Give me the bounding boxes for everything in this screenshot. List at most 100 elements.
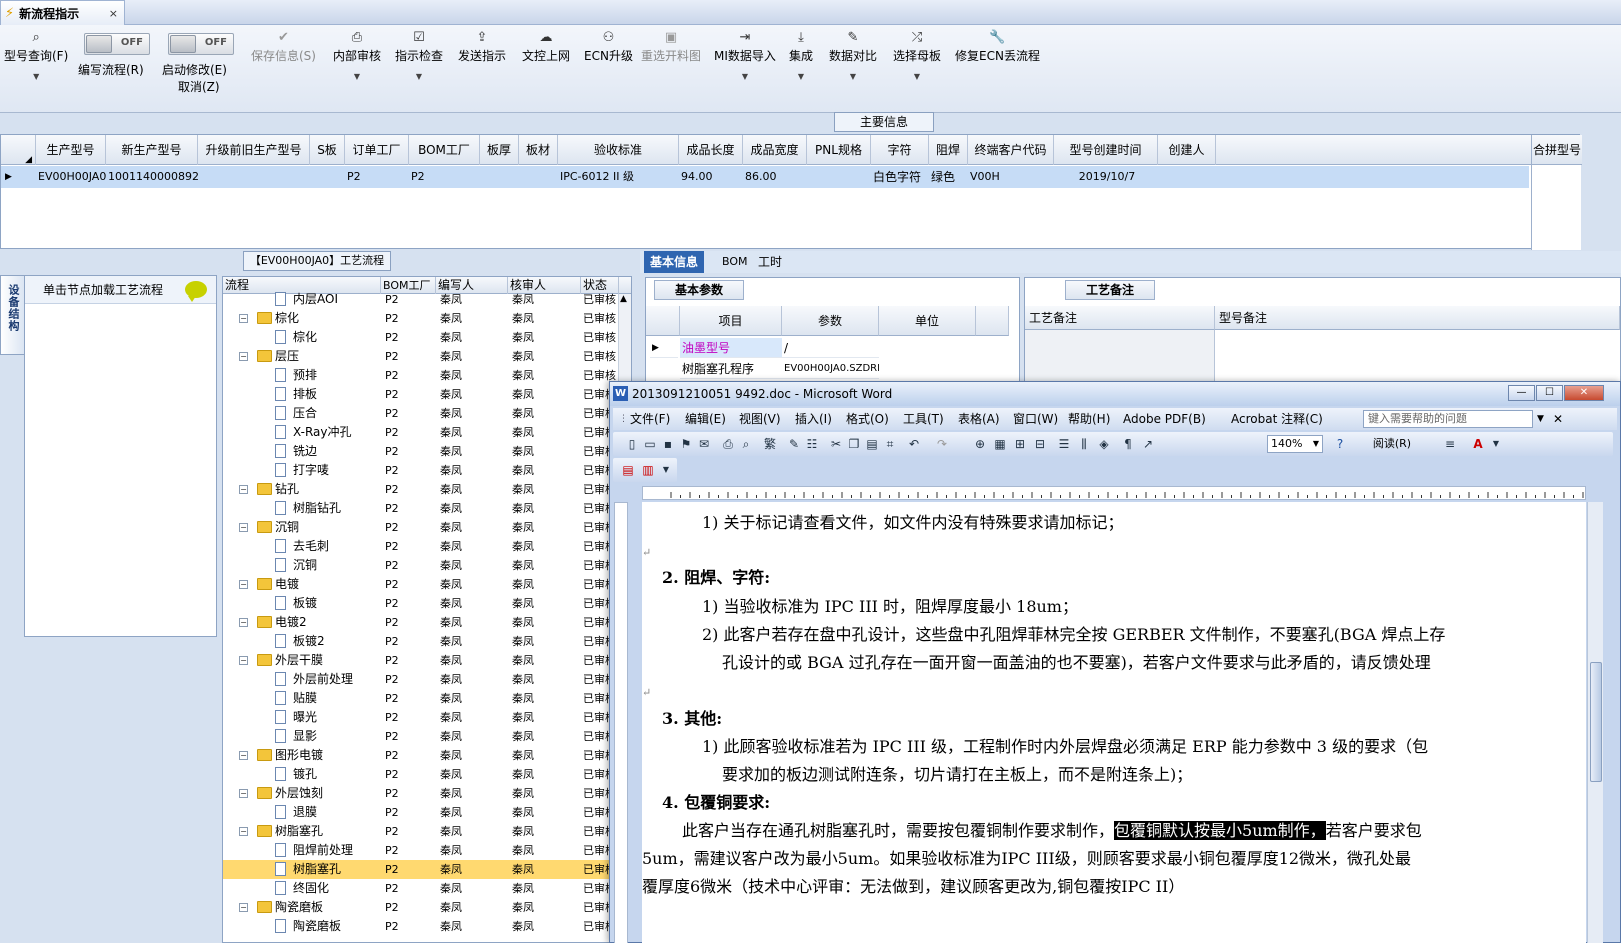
tree-node[interactable]: 板镀 P2 秦凤 秦凤 已审核 — [223, 594, 618, 613]
col-header[interactable]: 参数 — [782, 306, 879, 336]
collapse-toggle-icon[interactable]: − — [239, 656, 248, 665]
col-header[interactable]: PNL规格 — [807, 135, 871, 165]
email-icon[interactable]: ✉ — [697, 437, 711, 451]
document-page[interactable]: 1) 关于标记请查看文件，如文件内没有特殊要求请加标记； ↵ 2. 阻焊、字符: 1)… — [642, 502, 1586, 943]
col-header[interactable]: 验收标准 — [558, 135, 679, 165]
document-tab[interactable]: ⚡ 新流程指示 × — [0, 0, 125, 25]
tree-node[interactable]: − 棕化 P2 秦凤 秦凤 已审核 — [223, 309, 618, 328]
tree-node[interactable]: 贴膜 P2 秦凤 秦凤 已审核 — [223, 689, 618, 708]
menu-file[interactable]: 文件(F) — [630, 408, 670, 430]
tree-node[interactable]: 树脂塞孔 P2 秦凤 秦凤 已审核 — [223, 860, 618, 879]
font-color-icon[interactable]: A — [1471, 437, 1485, 451]
collapse-toggle-icon[interactable]: − — [239, 827, 248, 836]
help-icon[interactable]: ? — [1333, 437, 1347, 451]
collapse-toggle-icon[interactable]: − — [239, 618, 248, 627]
close-doc-icon[interactable]: ✕ — [1553, 408, 1563, 430]
scroll-up-icon[interactable]: ▲ — [620, 294, 627, 304]
col-header[interactable]: 项目 — [680, 306, 782, 336]
tree-node[interactable]: 阻焊前处理 P2 秦凤 秦凤 已审核 — [223, 841, 618, 860]
document-map-icon[interactable]: ◈ — [1097, 437, 1111, 451]
integrate-button[interactable]: ⤓ 集成 ▼ — [789, 29, 813, 81]
menu-edit[interactable]: 编辑(E) — [685, 408, 726, 430]
reselect-cutting-map-button[interactable]: ▣ 重选开料图 — [641, 29, 701, 64]
tree-node[interactable]: 排板 P2 秦凤 秦凤 已审核 — [223, 385, 618, 404]
tree-node[interactable]: 铣边 P2 秦凤 秦凤 已审核 — [223, 442, 618, 461]
tree-node[interactable]: 去毛刺 P2 秦凤 秦凤 已审核 — [223, 537, 618, 556]
col-header[interactable]: 板厚 — [480, 135, 519, 165]
tree-node[interactable]: − 层压 P2 秦凤 秦凤 已审核 — [223, 347, 618, 366]
selected-text[interactable]: 包覆铜默认按最小5um制作， — [1114, 821, 1326, 840]
align-icon[interactable]: ≡ — [1443, 437, 1457, 451]
col-header[interactable]: 新生产型号 — [106, 135, 198, 165]
word-title-bar[interactable]: W 2013091210051 9492.doc - Microsoft Wor… — [610, 382, 1620, 406]
tree-node[interactable]: 沉铜 P2 秦凤 秦凤 已审核 — [223, 556, 618, 575]
insert-table-icon[interactable]: ⊞ — [1013, 437, 1027, 451]
data-compare-button[interactable]: ✎ 数据对比 ▼ — [829, 29, 877, 81]
tree-node[interactable]: 打字唛 P2 秦凤 秦凤 已审核 — [223, 461, 618, 480]
chevron-down-icon[interactable]: ▼ — [659, 463, 673, 477]
read-mode-button[interactable]: 阅读(R) — [1358, 435, 1426, 453]
close-button[interactable]: ✕ — [1564, 385, 1604, 401]
chevron-down-icon[interactable]: ▼ — [1537, 408, 1544, 430]
new-doc-icon[interactable]: ▯ — [625, 437, 639, 451]
collapse-toggle-icon[interactable]: − — [239, 580, 248, 589]
internal-review-button[interactable]: ⎙ 内部审核 ▼ — [333, 29, 381, 81]
collapse-toggle-icon[interactable]: − — [239, 523, 248, 532]
menu-format[interactable]: 格式(O) — [846, 408, 889, 430]
save-info-button[interactable]: ✔ 保存信息(S) — [251, 29, 316, 64]
menu-insert[interactable]: 插入(I) — [795, 408, 832, 430]
menu-help[interactable]: 帮助(H) — [1068, 408, 1110, 430]
tables-borders-icon[interactable]: ▦ — [993, 437, 1007, 451]
tree-node[interactable]: − 树脂塞孔 P2 秦凤 秦凤 已审核 — [223, 822, 618, 841]
open-folder-icon[interactable]: ▭ — [643, 437, 657, 451]
tree-node[interactable]: 压合 P2 秦凤 秦凤 已审核 — [223, 404, 618, 423]
ecn-upgrade-button[interactable]: ⚇ ECN升级 — [584, 29, 633, 64]
menu-view[interactable]: 视图(V) — [739, 408, 781, 430]
tree-node[interactable]: 内层AOI P2 秦凤 秦凤 已审核 — [223, 290, 618, 309]
spelling-icon[interactable]: 繁 — [763, 437, 777, 451]
document-scrollbar[interactable] — [1587, 502, 1603, 943]
menu-acrobat-comments[interactable]: Acrobat 注释(C) — [1231, 408, 1323, 430]
tree-node[interactable]: − 钻孔 P2 秦凤 秦凤 已审核 — [223, 480, 618, 499]
collapse-toggle-icon[interactable]: − — [239, 903, 248, 912]
insert-excel-icon[interactable]: ⊟ — [1033, 437, 1047, 451]
col-header[interactable]: 工艺备注 — [1025, 306, 1215, 330]
horizontal-ruler[interactable] — [642, 486, 1586, 500]
col-header[interactable]: 型号备注 — [1215, 306, 1620, 330]
col-header[interactable]: 板材 — [519, 135, 558, 165]
col-header[interactable]: 型号创建时间 — [1054, 135, 1158, 165]
tree-node[interactable]: X-Ray冲孔 P2 秦凤 秦凤 已审核 — [223, 423, 618, 442]
show-hide-icon[interactable]: ¶ — [1121, 437, 1135, 451]
start-modify-toggle[interactable]: OFF — [168, 33, 234, 55]
model-query-button[interactable]: ⌕ 型号查询(F) ▼ — [4, 29, 68, 81]
help-search-input[interactable]: 键入需要帮助的问题 — [1363, 410, 1533, 428]
tree-node[interactable]: 镀孔 P2 秦凤 秦凤 已审核 — [223, 765, 618, 784]
tab-bom[interactable]: BOM — [716, 251, 754, 273]
drawing-icon[interactable]: ⫼ — [1077, 437, 1091, 451]
send-instruction-button[interactable]: ⇪ 发送指示 — [458, 29, 506, 64]
tab-basic-info[interactable]: 基本信息 — [644, 251, 705, 273]
tab-work-hours[interactable]: 工时 — [752, 251, 788, 273]
col-header[interactable]: S板 — [310, 135, 345, 165]
columns-icon[interactable]: ☰ — [1057, 437, 1071, 451]
undo-icon[interactable]: ↶ — [907, 437, 921, 451]
tree-node[interactable]: 板镀2 P2 秦凤 秦凤 已审核 — [223, 632, 618, 651]
print-icon[interactable]: ⎙ — [721, 437, 735, 451]
menu-adobe-pdf[interactable]: Adobe PDF(B) — [1123, 408, 1206, 430]
redo-icon[interactable]: ↷ — [935, 437, 949, 451]
col-header[interactable]: 成品长度 — [679, 135, 743, 165]
doc-control-online-button[interactable]: ☁ 文控上网 — [522, 29, 570, 64]
collapse-toggle-icon[interactable]: − — [239, 789, 248, 798]
col-header[interactable]: 创建人 — [1158, 135, 1216, 165]
cursor-icon[interactable]: ↗ — [1141, 437, 1155, 451]
tree-node[interactable]: 预排 P2 秦凤 秦凤 已审核 — [223, 366, 618, 385]
tree-node[interactable]: − 电镀 P2 秦凤 秦凤 已审核 — [223, 575, 618, 594]
col-header[interactable]: 升级前旧生产型号 — [198, 135, 310, 165]
tree-node[interactable]: 终固化 P2 秦凤 秦凤 已审核 — [223, 879, 618, 898]
tree-node[interactable]: − 外层蚀刻 P2 秦凤 秦凤 已审核 — [223, 784, 618, 803]
tree-node[interactable]: − 陶瓷磨板 P2 秦凤 秦凤 已审核 — [223, 898, 618, 917]
tree-node[interactable]: 陶瓷磨板 P2 秦凤 秦凤 已审核 — [223, 917, 618, 936]
table-row[interactable]: ▶ EV00H00JA0 10011400008924 P2 P2 IPC-60… — [1, 166, 1529, 188]
maximize-button[interactable]: ☐ — [1536, 385, 1563, 401]
col-header[interactable]: 字符 — [871, 135, 929, 165]
